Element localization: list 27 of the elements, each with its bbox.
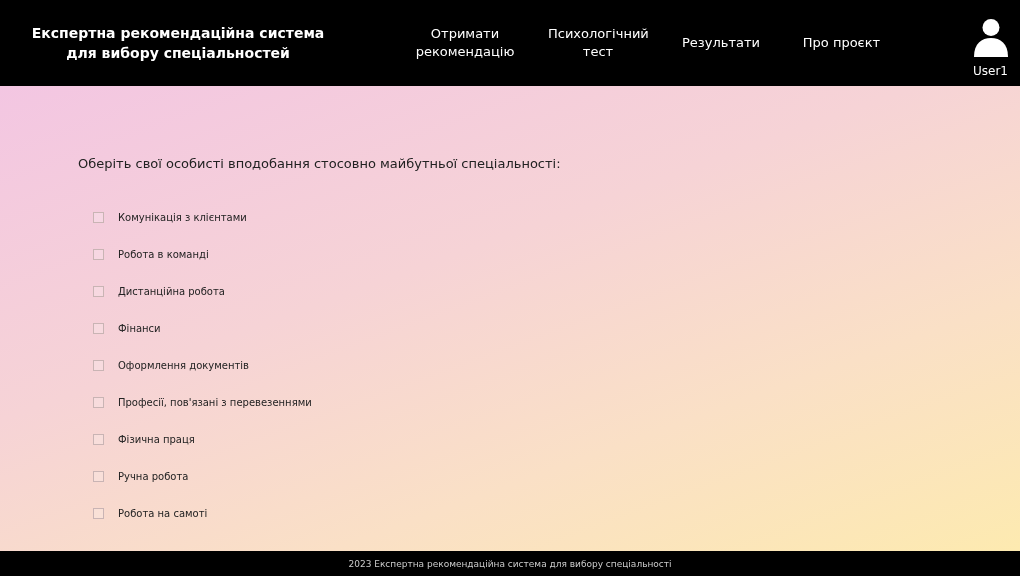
nav-link[interactable]: Про проєкт [794,34,889,52]
option-label[interactable]: Дистанційна робота [118,286,225,297]
checkbox[interactable] [93,471,104,482]
nav-link[interactable]: Отримати рекомендацію [410,25,520,61]
user-avatar-icon[interactable] [973,18,1008,58]
user-name[interactable]: User1 [973,64,1008,78]
option-label[interactable]: Робота в команді [118,249,209,260]
checkbox[interactable] [93,249,104,260]
nav-link[interactable]: Психологічний тест [548,25,648,61]
option-label[interactable]: Комунікація з клієнтами [118,212,247,223]
footer-text: 2023 Експертна рекомендаційна система для вибору спеціальності [348,558,672,569]
option-label[interactable]: Професії, пов'язані з перевезеннями [118,397,312,408]
checkbox[interactable] [93,360,104,371]
option-label[interactable]: Робота на самоті [118,508,208,519]
option-label[interactable]: Оформлення документів [118,360,249,371]
checkbox[interactable] [93,212,104,223]
site-title: Експертна рекомендаційна система для вибору спеціальностей [30,24,326,63]
checkbox[interactable] [93,286,104,297]
checkbox[interactable] [93,508,104,519]
question-text: Оберіть свої особисті вподобання стосовно майбутньої спеціальності: [78,156,562,171]
option-label[interactable]: Фізична праця [118,434,195,445]
nav-link[interactable]: Результати [676,34,766,52]
checkbox[interactable] [93,323,104,334]
option-label[interactable]: Ручна робота [118,471,189,482]
checkbox[interactable] [93,397,104,408]
option-label[interactable]: Фінанси [118,323,161,334]
checkbox[interactable] [93,434,104,445]
